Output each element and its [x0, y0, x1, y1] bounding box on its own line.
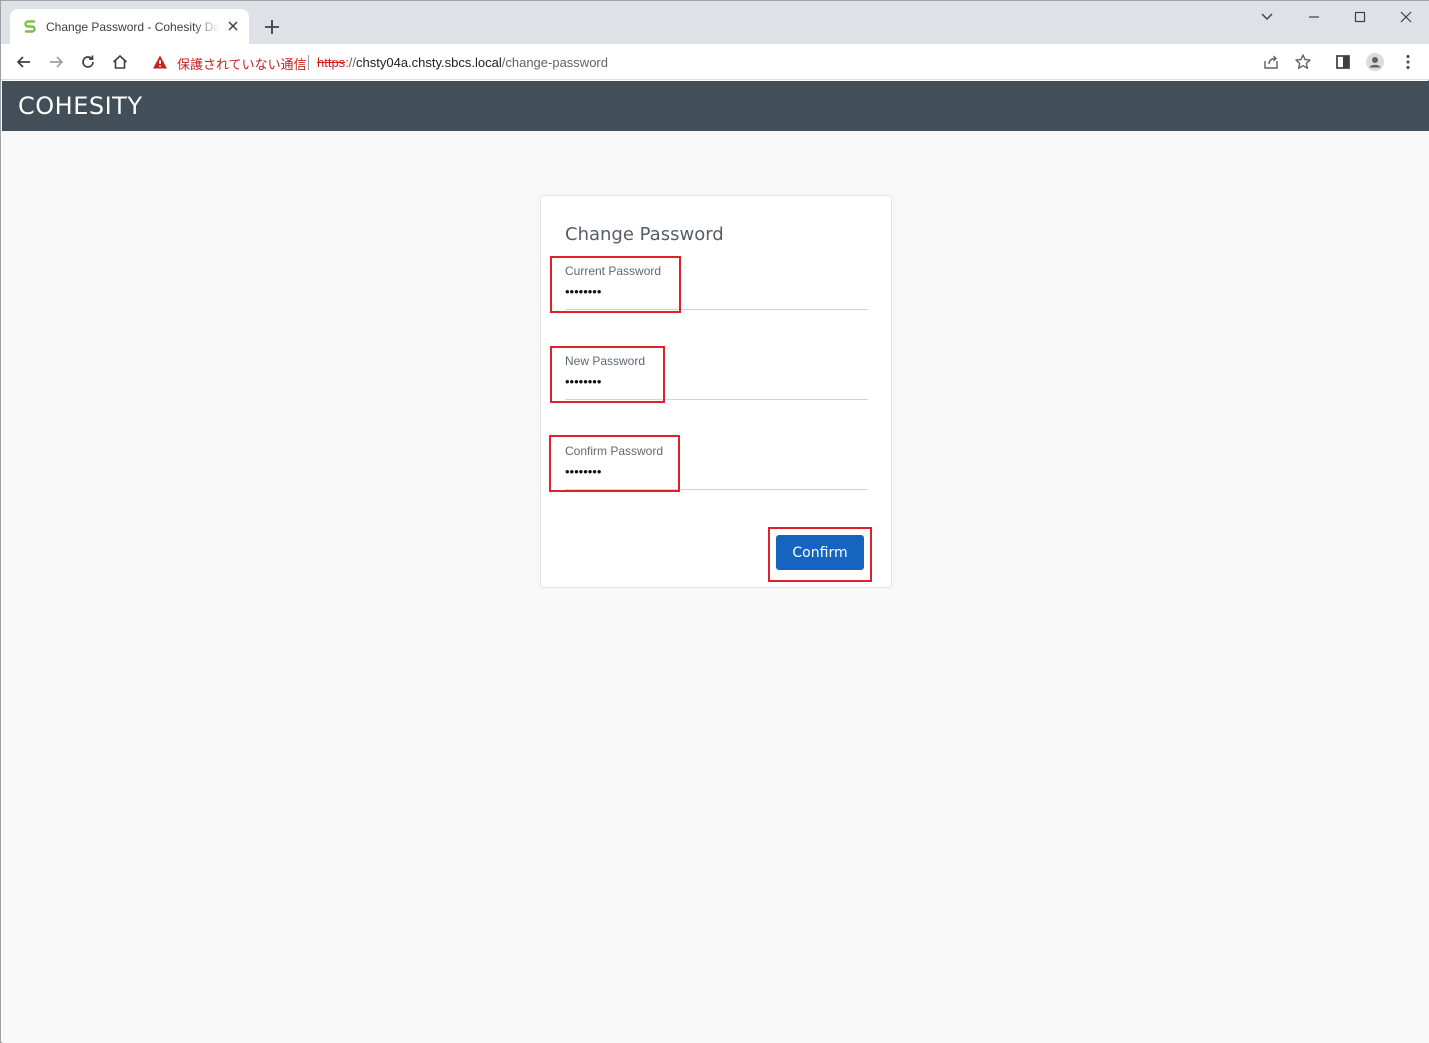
- url-text[interactable]: https://chsty04a.chsty.sbcs.local/change…: [317, 55, 608, 70]
- close-tab-icon[interactable]: [225, 18, 241, 34]
- tab-title: Change Password - Cohesity Dashboard: [46, 20, 220, 34]
- tab-search-chevron-icon[interactable]: [1257, 7, 1277, 27]
- highlight-confirm-button: [768, 527, 872, 582]
- highlight-new-password: [550, 346, 665, 403]
- maximize-icon[interactable]: [1350, 7, 1370, 27]
- forward-arrow-icon[interactable]: [46, 52, 66, 72]
- window-close-icon[interactable]: [1396, 7, 1416, 27]
- browser-toolbar: 保護されていない通信 https://chsty04a.chsty.sbcs.l…: [1, 44, 1429, 80]
- minimize-icon[interactable]: [1304, 7, 1324, 27]
- url-separator: ://: [345, 55, 357, 70]
- browser-tab[interactable]: Change Password - Cohesity Dashboard: [10, 9, 249, 44]
- bookmark-star-icon[interactable]: [1293, 52, 1313, 72]
- omnibox-divider: [308, 55, 309, 70]
- share-icon[interactable]: [1261, 52, 1281, 72]
- url-path: /change-password: [501, 55, 608, 70]
- warning-icon[interactable]: [152, 54, 168, 70]
- highlight-confirm-password: [549, 435, 680, 492]
- reload-icon[interactable]: [78, 52, 98, 72]
- app-header: COHESITY: [2, 81, 1429, 131]
- browser-window: Change Password - Cohesity Dashboard: [0, 0, 1429, 1043]
- back-arrow-icon[interactable]: [14, 52, 34, 72]
- cohesity-favicon-icon: [24, 20, 36, 33]
- highlight-current-password: [550, 256, 681, 313]
- tab-strip: Change Password - Cohesity Dashboard: [1, 1, 1429, 44]
- url-scheme: https: [317, 55, 346, 70]
- home-icon[interactable]: [110, 52, 130, 72]
- url-host: chsty04a.chsty.sbcs.local: [356, 55, 502, 70]
- address-bar[interactable]: 保護されていない通信 https://chsty04a.chsty.sbcs.l…: [144, 48, 1324, 76]
- new-tab-icon[interactable]: [263, 18, 281, 36]
- profile-avatar-icon[interactable]: [1365, 52, 1385, 72]
- not-secure-label[interactable]: 保護されていない通信: [177, 54, 307, 73]
- menu-kebab-icon[interactable]: [1398, 52, 1418, 72]
- page-title: Change Password: [565, 224, 724, 245]
- cohesity-logo[interactable]: COHESITY: [18, 92, 143, 120]
- side-panel-icon[interactable]: [1333, 52, 1353, 72]
